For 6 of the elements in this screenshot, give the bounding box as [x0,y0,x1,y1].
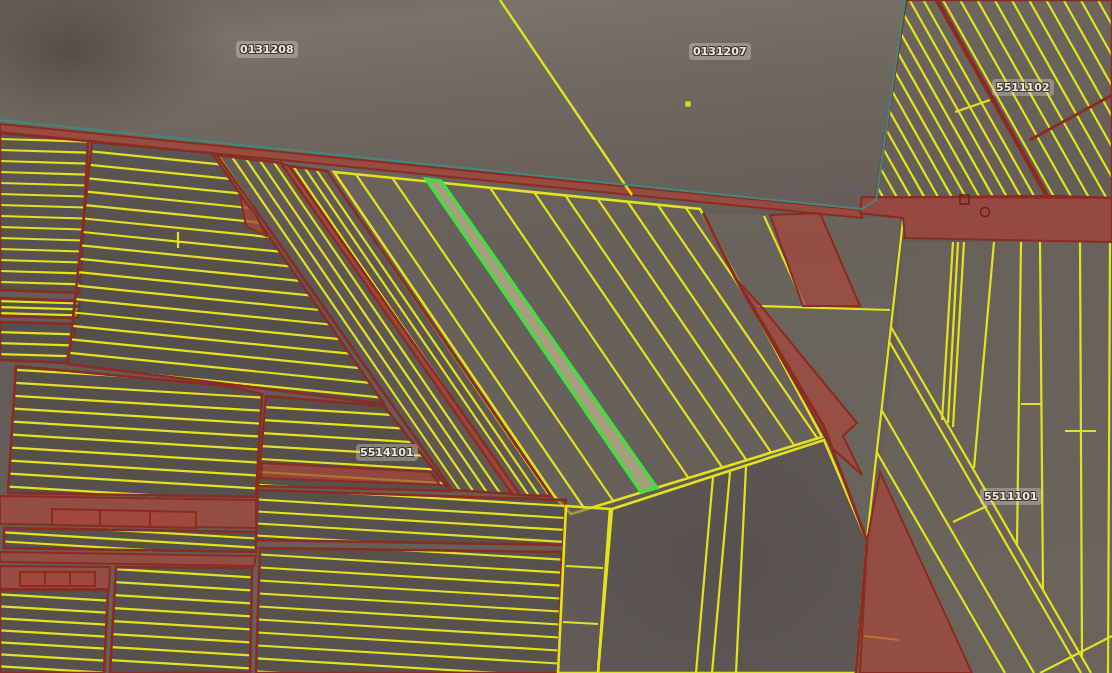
square-marker-icon [959,194,970,205]
parcel-number: 0131207 [689,43,751,60]
parcel-number: 0131208 [236,41,298,58]
shaded-parcel [239,194,269,239]
point-marker-icon [685,101,691,107]
ring-marker-icon [979,206,991,218]
